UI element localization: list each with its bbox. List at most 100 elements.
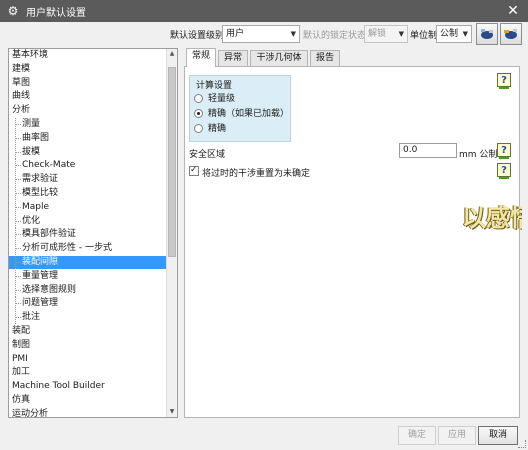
tab-label: 报告 [315, 53, 334, 63]
tab-exceptions[interactable]: 异常 [218, 50, 248, 66]
tree-item[interactable]: PMI [9, 353, 167, 366]
tab-interference-geometry[interactable]: 干涉几何体 [250, 50, 308, 66]
tree-item-label: Check-Mate [22, 160, 76, 171]
tree-connector [15, 248, 21, 250]
tree-item[interactable]: 需求验证 [9, 173, 167, 187]
lock-state-select[interactable]: 解锁 ▼ [364, 25, 408, 43]
ok-button[interactable]: 确定 [398, 426, 436, 445]
scroll-down-icon[interactable]: ▼ [167, 407, 177, 417]
tree-item[interactable]: 重量管理 [9, 269, 167, 283]
tree-item[interactable]: 模具部件验证 [9, 228, 167, 242]
tab-label: 常规 [191, 51, 210, 61]
tree-connector [15, 165, 21, 167]
default-level-select[interactable]: 用户 ▼ [222, 25, 300, 43]
tree-item-label: 仿真 [12, 395, 31, 405]
radio-button[interactable] [194, 124, 203, 133]
import-defaults-button[interactable] [476, 23, 498, 45]
tree-item[interactable]: 模型比较 [9, 187, 167, 200]
tree-item-label: 装配间隙 [22, 257, 59, 267]
radio-exact-if-loaded[interactable]: 精确（如果已加载） [194, 108, 289, 120]
safety-zone-input[interactable]: 0.0 [399, 143, 457, 158]
settings-tree[interactable]: 基本环境 建模草图曲线 分析测量曲率图 拔模 Check-Mate 需求验证模型比较 Map… [8, 48, 178, 418]
default-level-label: 默认设置级别 [170, 31, 225, 41]
tree-connector [15, 151, 21, 153]
tree-item-label: 选择意图规则 [22, 284, 77, 295]
help-icon[interactable]: ? [497, 163, 511, 179]
safety-zone-unit: mm 公制 [459, 150, 498, 160]
tree-item-label: 装配 [12, 326, 31, 336]
help-icon[interactable]: ? [497, 73, 511, 89]
overlay-caption: 以感悟 [462, 203, 522, 232]
window-title: 用户默认设置 [26, 7, 86, 19]
tree-connector [15, 317, 21, 319]
tree-item[interactable]: Machine Tool Builder [9, 380, 167, 393]
unit-system-select[interactable]: 公制 ▼ [436, 25, 472, 43]
tab-label: 异常 [223, 53, 242, 63]
tree-item-label: 批注 [22, 312, 41, 323]
tree-item[interactable]: 选择意图规则 [9, 283, 167, 297]
reset-obsolete-checkbox[interactable] [189, 165, 199, 176]
tree-item[interactable]: 制图 [9, 339, 167, 352]
tab-report[interactable]: 报告 [310, 50, 340, 66]
tree-item[interactable]: 加工 [9, 366, 167, 379]
scroll-thumb[interactable] [168, 67, 176, 257]
tree-item[interactable]: 曲率图 [9, 131, 167, 145]
tree-item[interactable]: 优化 [9, 214, 167, 228]
tree-item[interactable]: 曲线 [9, 90, 167, 103]
tree-connector [15, 220, 21, 222]
tab-general[interactable]: 常规 [186, 48, 216, 67]
scroll-up-icon[interactable]: ▲ [167, 49, 177, 59]
chevron-down-icon: ▼ [462, 30, 468, 38]
resize-grip[interactable] [518, 440, 526, 448]
help-icon[interactable]: ? [497, 143, 511, 159]
tree-item-label: 拔模 [22, 146, 41, 157]
tree-item[interactable]: 测量 [9, 118, 167, 131]
tree-item[interactable]: 仿真 [9, 394, 167, 407]
tree-item-label: 优化 [22, 215, 41, 226]
tree-item[interactable]: 分析可成形性 - 一步式 [9, 242, 167, 256]
export-defaults-button[interactable] [500, 23, 522, 45]
tree-connector [15, 193, 21, 194]
tree-item[interactable]: 拔模 [9, 145, 167, 159]
calc-settings-group: 计算设置 轻量级 精确（如果已加载） 精确 [189, 75, 291, 142]
radio-button[interactable] [194, 94, 203, 103]
tree-item[interactable]: 运动分析 [9, 408, 167, 417]
tree-item-label: 测量 [22, 119, 41, 129]
tree-item-label: 需求验证 [22, 174, 59, 185]
safety-zone-label: 安全区域 [189, 150, 226, 160]
tree-connector [15, 275, 21, 277]
tree-item[interactable]: Check-Mate [9, 159, 167, 173]
tree-item[interactable]: 基本环境 [9, 49, 167, 62]
radio-exact[interactable]: 精确 [194, 123, 226, 135]
cancel-button[interactable]: 取消 [478, 426, 518, 445]
default-level-value: 用户 [226, 29, 245, 39]
radio-lightweight[interactable]: 轻量级 [194, 93, 235, 105]
tree-connector [15, 262, 21, 263]
chevron-down-icon: ▼ [398, 30, 404, 38]
tree-item[interactable]: Maple [9, 200, 167, 214]
tree-item[interactable]: 建模 [9, 63, 167, 76]
tree-item[interactable]: 问题管理 [9, 297, 167, 311]
tree-item-label: 建模 [12, 63, 31, 74]
tree-item-label: Maple [22, 201, 50, 212]
apply-button[interactable]: 应用 [438, 426, 476, 445]
tree-item-label: 重量管理 [22, 270, 59, 281]
lock-state-value: 解锁 [368, 29, 387, 39]
tree-item-label: 制图 [12, 339, 31, 350]
tree-item[interactable]: 分析 [9, 104, 167, 117]
settings-panel: 常规 异常 干涉几何体 报告 计算设置 轻量级 精确（如果已加载） 精确 ? 安… [184, 48, 520, 418]
tree-item-label: 草图 [12, 77, 31, 88]
toolbar: 默认设置级别 用户 ▼ 默认的锁定状态 解锁 ▼ 单位制 公制 ▼ [0, 22, 528, 46]
radio-button[interactable] [194, 109, 203, 118]
group-title: 计算设置 [196, 81, 233, 91]
reset-obsolete-label: 将过时的干涉重置为未确定 [202, 169, 311, 179]
tree-item[interactable]: 装配 [9, 325, 167, 338]
tree-connector [15, 206, 21, 208]
tree-item[interactable]: 批注 [9, 311, 167, 325]
tree-item[interactable]: 装配间隙 [9, 256, 167, 269]
tree-connector [15, 234, 21, 236]
tree-scrollbar[interactable]: ▲ ▼ [166, 49, 177, 417]
tree-item[interactable]: 草图 [9, 77, 167, 90]
close-icon[interactable]: ✕ [504, 2, 522, 20]
tree-connector [15, 124, 21, 125]
